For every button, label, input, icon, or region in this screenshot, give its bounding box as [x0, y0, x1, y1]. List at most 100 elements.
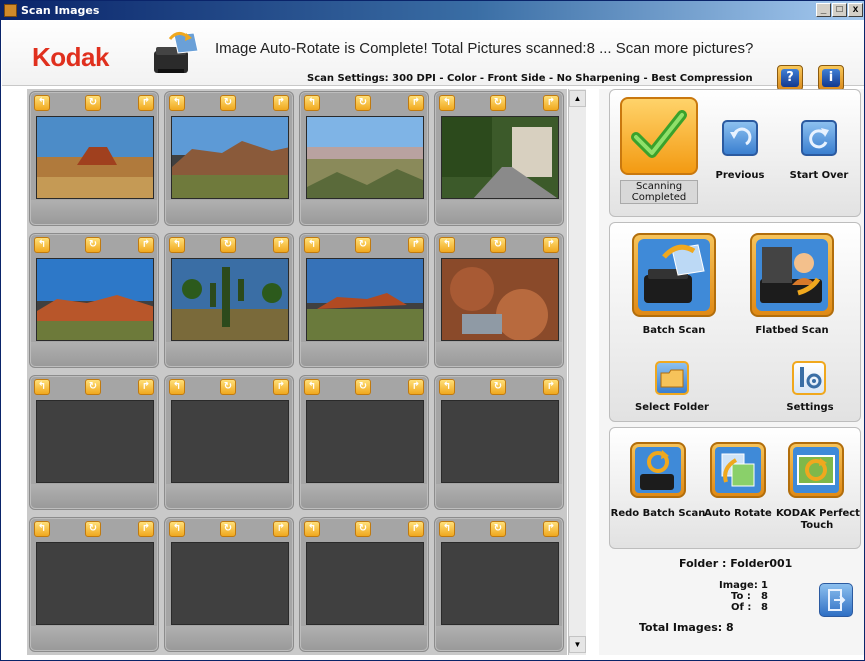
batch-scanner-icon [638, 239, 710, 311]
rotate-180-icon[interactable]: ↻ [355, 521, 371, 537]
scroll-down-button[interactable]: ▼ [569, 636, 586, 653]
rotate-180-icon[interactable]: ↻ [355, 379, 371, 395]
start-over-button[interactable] [801, 120, 837, 156]
thumbnail-card[interactable]: ↰ ↻ ↱ [434, 375, 564, 510]
flatbed-scan-button[interactable] [750, 233, 834, 317]
rotate-right-icon[interactable]: ↱ [273, 379, 289, 395]
thumbnail-card[interactable]: ↰ ↻ ↱ [299, 375, 429, 510]
batch-scan-button[interactable] [632, 233, 716, 317]
rotate-180-icon[interactable]: ↻ [220, 95, 236, 111]
rotate-180-icon[interactable]: ↻ [355, 237, 371, 253]
select-folder-button[interactable] [655, 361, 689, 395]
rotate-180-icon[interactable]: ↻ [85, 521, 101, 537]
rotate-left-icon[interactable]: ↰ [304, 379, 320, 395]
action-panel: Scanning Completed Previous Start Over B… [599, 89, 864, 655]
card-footer [166, 626, 292, 650]
rotate-right-icon[interactable]: ↱ [543, 379, 559, 395]
rotate-left-icon[interactable]: ↰ [169, 95, 185, 111]
thumbnail-card[interactable]: ↰ ↻ ↱ [29, 91, 159, 226]
rotate-left-icon[interactable]: ↰ [304, 95, 320, 111]
rotate-left-icon[interactable]: ↰ [34, 521, 50, 537]
thumbnail-card[interactable]: ↰ ↻ ↱ [164, 517, 294, 652]
info-button[interactable]: i [818, 65, 844, 91]
rotate-right-icon[interactable]: ↱ [408, 95, 424, 111]
thumbnail-image[interactable] [306, 116, 424, 199]
rotate-left-icon[interactable]: ↰ [439, 521, 455, 537]
auto-rotate-button[interactable] [710, 442, 766, 498]
maximize-button[interactable]: □ [832, 3, 847, 17]
thumbnail-image[interactable] [171, 258, 289, 341]
rotate-180-icon[interactable]: ↻ [220, 379, 236, 395]
card-footer [31, 484, 157, 508]
rotate-180-icon[interactable]: ↻ [220, 521, 236, 537]
thumbnail-image[interactable] [441, 116, 559, 199]
settings-button[interactable] [792, 361, 826, 395]
thumbnail-card[interactable]: ↰ ↻ ↱ [434, 91, 564, 226]
thumbnail-card[interactable]: ↰ ↻ ↱ [434, 517, 564, 652]
rotate-left-icon[interactable]: ↰ [304, 521, 320, 537]
rotate-right-icon[interactable]: ↱ [408, 237, 424, 253]
grid-scrollbar[interactable]: ▲ ▼ [568, 89, 586, 655]
previous-button[interactable] [722, 120, 758, 156]
thumbnail-image[interactable] [36, 258, 154, 341]
rotate-right-icon[interactable]: ↱ [543, 521, 559, 537]
exit-button[interactable] [819, 583, 853, 617]
rotate-left-icon[interactable]: ↰ [439, 379, 455, 395]
thumbnail-card[interactable]: ↰ ↻ ↱ [164, 375, 294, 510]
rotate-180-icon[interactable]: ↻ [85, 95, 101, 111]
rotate-left-icon[interactable]: ↰ [34, 379, 50, 395]
rotate-right-icon[interactable]: ↱ [138, 521, 154, 537]
thumbnail-card[interactable]: ↰ ↻ ↱ [299, 517, 429, 652]
to-value: 8 [761, 591, 768, 602]
rotate-180-icon[interactable]: ↻ [355, 95, 371, 111]
scanning-completed-button[interactable] [620, 97, 698, 175]
perfect-touch-button[interactable] [788, 442, 844, 498]
thumbnail-card[interactable]: ↰ ↻ ↱ [164, 233, 294, 368]
perfect-touch-icon [793, 447, 839, 493]
rotate-180-icon[interactable]: ↻ [490, 95, 506, 111]
rotate-right-icon[interactable]: ↱ [408, 379, 424, 395]
thumbnail-card[interactable]: ↰ ↻ ↱ [29, 233, 159, 368]
rotate-right-icon[interactable]: ↱ [273, 237, 289, 253]
rotate-right-icon[interactable]: ↱ [138, 95, 154, 111]
thumbnail-card[interactable]: ↰ ↻ ↱ [434, 233, 564, 368]
rotate-180-icon[interactable]: ↻ [85, 237, 101, 253]
redo-batch-scan-button[interactable] [630, 442, 686, 498]
help-button[interactable]: ? [777, 65, 803, 91]
minimize-button[interactable]: _ [816, 3, 831, 17]
rotate-right-icon[interactable]: ↱ [543, 237, 559, 253]
thumbnail-card[interactable]: ↰ ↻ ↱ [29, 375, 159, 510]
rotate-180-icon[interactable]: ↻ [220, 237, 236, 253]
rotate-180-icon[interactable]: ↻ [85, 379, 101, 395]
close-button[interactable]: x [848, 3, 863, 17]
rotate-left-icon[interactable]: ↰ [439, 95, 455, 111]
rotate-right-icon[interactable]: ↱ [138, 379, 154, 395]
rotate-180-icon[interactable]: ↻ [490, 521, 506, 537]
thumbnail-image[interactable] [441, 258, 559, 341]
rotate-180-icon[interactable]: ↻ [490, 237, 506, 253]
thumbnail-image[interactable] [306, 258, 424, 341]
rotate-right-icon[interactable]: ↱ [273, 95, 289, 111]
thumbnail-image[interactable] [36, 116, 154, 199]
rotate-left-icon[interactable]: ↰ [169, 379, 185, 395]
thumbnail-card[interactable]: ↰ ↻ ↱ [29, 517, 159, 652]
thumbnail-card[interactable]: ↰ ↻ ↱ [164, 91, 294, 226]
tools-box: Redo Batch Scan Auto Rotate KODAK Perfec… [609, 427, 861, 549]
thumbnail-card[interactable]: ↰ ↻ ↱ [299, 91, 429, 226]
card-footer [31, 626, 157, 650]
thumbnail-image[interactable] [171, 116, 289, 199]
rotate-left-icon[interactable]: ↰ [34, 95, 50, 111]
thumbnail-card[interactable]: ↰ ↻ ↱ [299, 233, 429, 368]
rotate-180-icon[interactable]: ↻ [490, 379, 506, 395]
empty-thumbnail [306, 542, 424, 625]
rotate-right-icon[interactable]: ↱ [543, 95, 559, 111]
rotate-left-icon[interactable]: ↰ [304, 237, 320, 253]
rotate-right-icon[interactable]: ↱ [408, 521, 424, 537]
rotate-left-icon[interactable]: ↰ [439, 237, 455, 253]
rotate-right-icon[interactable]: ↱ [138, 237, 154, 253]
rotate-left-icon[interactable]: ↰ [34, 237, 50, 253]
rotate-left-icon[interactable]: ↰ [169, 521, 185, 537]
rotate-left-icon[interactable]: ↰ [169, 237, 185, 253]
rotate-right-icon[interactable]: ↱ [273, 521, 289, 537]
scroll-up-button[interactable]: ▲ [569, 90, 586, 107]
